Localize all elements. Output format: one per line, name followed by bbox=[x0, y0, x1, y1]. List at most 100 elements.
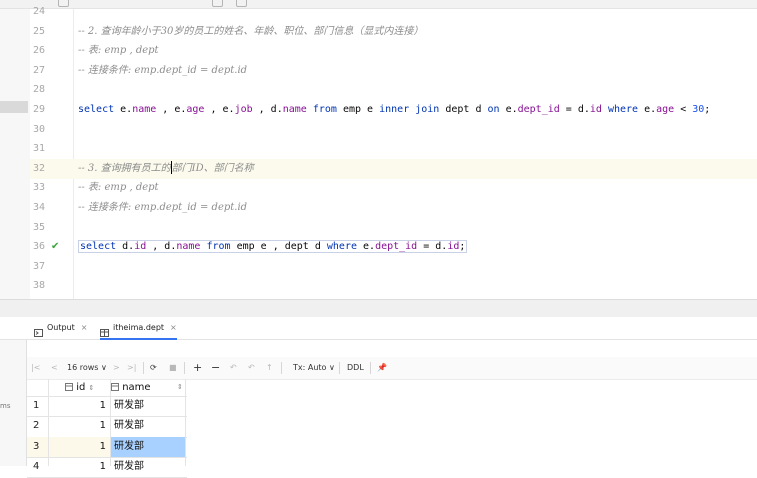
code-line[interactable]: 34 -- 连接条件: emp.dept_id = dept.id bbox=[30, 198, 757, 218]
code-line[interactable]: 38 bbox=[30, 276, 757, 296]
line-number: 31 bbox=[32, 143, 45, 155]
sql-field: name bbox=[282, 104, 307, 115]
column-header-id[interactable]: id ⇕ bbox=[65, 379, 107, 396]
sql-field: id bbox=[134, 241, 147, 253]
row-number[interactable]: 1 bbox=[27, 396, 48, 416]
code-text: select d.id , d.name from emp e , dept d… bbox=[78, 237, 468, 257]
first-page-icon[interactable]: |< bbox=[31, 357, 40, 379]
grid-column-divider bbox=[185, 379, 186, 466]
line-number: 27 bbox=[32, 64, 45, 76]
line-number: 35 bbox=[32, 221, 45, 233]
next-page-icon[interactable]: > bbox=[113, 357, 120, 379]
close-icon[interactable]: × bbox=[170, 323, 177, 332]
code-line[interactable]: 29 select e.name , e.age , e.job , d.name… bbox=[30, 100, 757, 120]
sql-token: e. bbox=[499, 104, 518, 115]
cell-name[interactable]: 研发部 bbox=[111, 416, 185, 436]
code-line[interactable]: 35 bbox=[30, 218, 757, 238]
code-line[interactable]: 25 -- 2. 查询年龄小于30岁的员工的姓名、年龄、职位、部门信息（显式内连接… bbox=[30, 22, 757, 42]
cell-id[interactable]: 1 bbox=[49, 436, 110, 457]
chevron-down-icon: ∨ bbox=[101, 363, 107, 372]
toolbar-divider bbox=[370, 362, 371, 374]
cell-name[interactable]: 研发部 bbox=[111, 457, 185, 477]
sql-token: e. bbox=[638, 104, 657, 115]
code-line[interactable]: 33 -- 表: emp , dept bbox=[30, 178, 757, 198]
sql-editor[interactable]: 24 25 -- 2. 查询年龄小于30岁的员工的姓名、年龄、职位、部门信息（显式内… bbox=[30, 6, 757, 299]
panel-splitter[interactable] bbox=[0, 299, 757, 318]
table-icon bbox=[100, 324, 109, 337]
close-icon[interactable]: × bbox=[81, 323, 88, 332]
sql-keyword: select bbox=[80, 241, 117, 253]
sql-token: d. bbox=[116, 241, 135, 253]
ddl-button[interactable]: DDL bbox=[347, 357, 364, 379]
delete-row-icon[interactable]: − bbox=[211, 357, 220, 379]
code-line[interactable]: 28 bbox=[30, 80, 757, 100]
sql-keyword: on bbox=[487, 104, 500, 115]
code-line[interactable]: 37 bbox=[30, 257, 757, 277]
tab-output-label: Output bbox=[47, 323, 75, 332]
last-page-icon[interactable]: >| bbox=[127, 357, 136, 379]
pin-icon[interactable]: 📌 bbox=[377, 357, 387, 379]
tab-output[interactable]: Output × bbox=[34, 317, 88, 338]
submit-icon[interactable]: ↑ bbox=[266, 357, 273, 379]
rows-count-dropdown[interactable]: 16 rows ∨ bbox=[67, 357, 107, 379]
sql-token: ; bbox=[459, 241, 466, 253]
code-line[interactable]: 24 bbox=[30, 2, 757, 22]
line-number: 38 bbox=[32, 280, 45, 292]
cell-name[interactable]: 研发部 bbox=[111, 396, 185, 416]
code-line[interactable]: 30 bbox=[30, 120, 757, 140]
sql-field: dept_id bbox=[375, 241, 418, 253]
cell-id[interactable]: 1 bbox=[49, 416, 110, 436]
left-pane-label: ms bbox=[0, 402, 11, 410]
sql-field: age bbox=[186, 104, 205, 115]
sql-field: job bbox=[234, 104, 253, 115]
sql-token: e. bbox=[357, 241, 376, 253]
line-number: 36 bbox=[32, 241, 45, 253]
row-number[interactable]: 4 bbox=[27, 457, 48, 477]
tab-result-itheima-dept[interactable]: itheima.dept × bbox=[100, 317, 177, 340]
code-line[interactable]: 31 bbox=[30, 139, 757, 159]
sql-token: = d. bbox=[417, 241, 448, 253]
row-number[interactable]: 2 bbox=[27, 416, 48, 436]
line-number: 30 bbox=[32, 123, 45, 135]
column-key-icon bbox=[65, 383, 73, 391]
line-number: 37 bbox=[32, 260, 45, 272]
sql-token: emp e bbox=[336, 104, 380, 115]
row-number[interactable]: 3 bbox=[27, 436, 48, 457]
check-icon: ✔ bbox=[51, 241, 60, 253]
sort-icon[interactable]: ⇕ bbox=[89, 384, 95, 392]
sql-comment: -- 3. 查询拥有员工的 bbox=[78, 162, 171, 174]
add-row-icon[interactable]: + bbox=[193, 357, 202, 379]
column-icon bbox=[111, 383, 119, 391]
left-pane: ms bbox=[0, 340, 27, 466]
tx-mode-dropdown[interactable]: Tx: Auto ∨ bbox=[293, 357, 335, 379]
preview-icon[interactable]: ↶ bbox=[248, 357, 255, 379]
code-text: -- 连接条件: emp.dept_id = dept.id bbox=[78, 198, 247, 218]
sql-token: = d. bbox=[559, 104, 590, 115]
sql-field: dept_id bbox=[517, 104, 560, 115]
code-line[interactable]: 36 ✔ select d.id , d.name from emp e , dep… bbox=[30, 237, 757, 257]
sql-keyword: from bbox=[312, 104, 337, 115]
cell-name[interactable]: 研发部 bbox=[111, 436, 185, 457]
sql-field: name bbox=[132, 104, 157, 115]
code-line[interactable]: 32 -- 3. 查询拥有员工的部门ID、部门名称 bbox=[30, 158, 757, 179]
toolbar-divider bbox=[143, 362, 144, 374]
line-number: 25 bbox=[32, 25, 45, 37]
revert-icon[interactable]: ↶ bbox=[230, 357, 237, 379]
refresh-icon[interactable]: ⟳ bbox=[150, 357, 157, 379]
sort-icon[interactable]: ⇕ bbox=[177, 379, 183, 396]
line-number: 32 bbox=[32, 162, 45, 174]
toolbar-divider bbox=[184, 362, 185, 374]
code-line[interactable]: 26 -- 表: emp , dept bbox=[30, 41, 757, 61]
sql-keyword: from bbox=[206, 241, 231, 253]
stop-icon[interactable]: ■ bbox=[169, 357, 177, 379]
toolbar-divider bbox=[339, 362, 340, 374]
sql-token: ; bbox=[704, 104, 711, 115]
sql-token: < bbox=[674, 104, 693, 115]
cell-id[interactable]: 1 bbox=[49, 457, 110, 477]
code-line[interactable]: 27 -- 连接条件: emp.dept_id = dept.id bbox=[30, 61, 757, 81]
sql-token: , e. bbox=[204, 104, 235, 115]
code-text: -- 表: emp , dept bbox=[78, 41, 159, 61]
prev-page-icon[interactable]: < bbox=[51, 357, 58, 379]
column-header-name[interactable]: name ⇕ bbox=[111, 379, 187, 396]
cell-id[interactable]: 1 bbox=[49, 396, 110, 416]
